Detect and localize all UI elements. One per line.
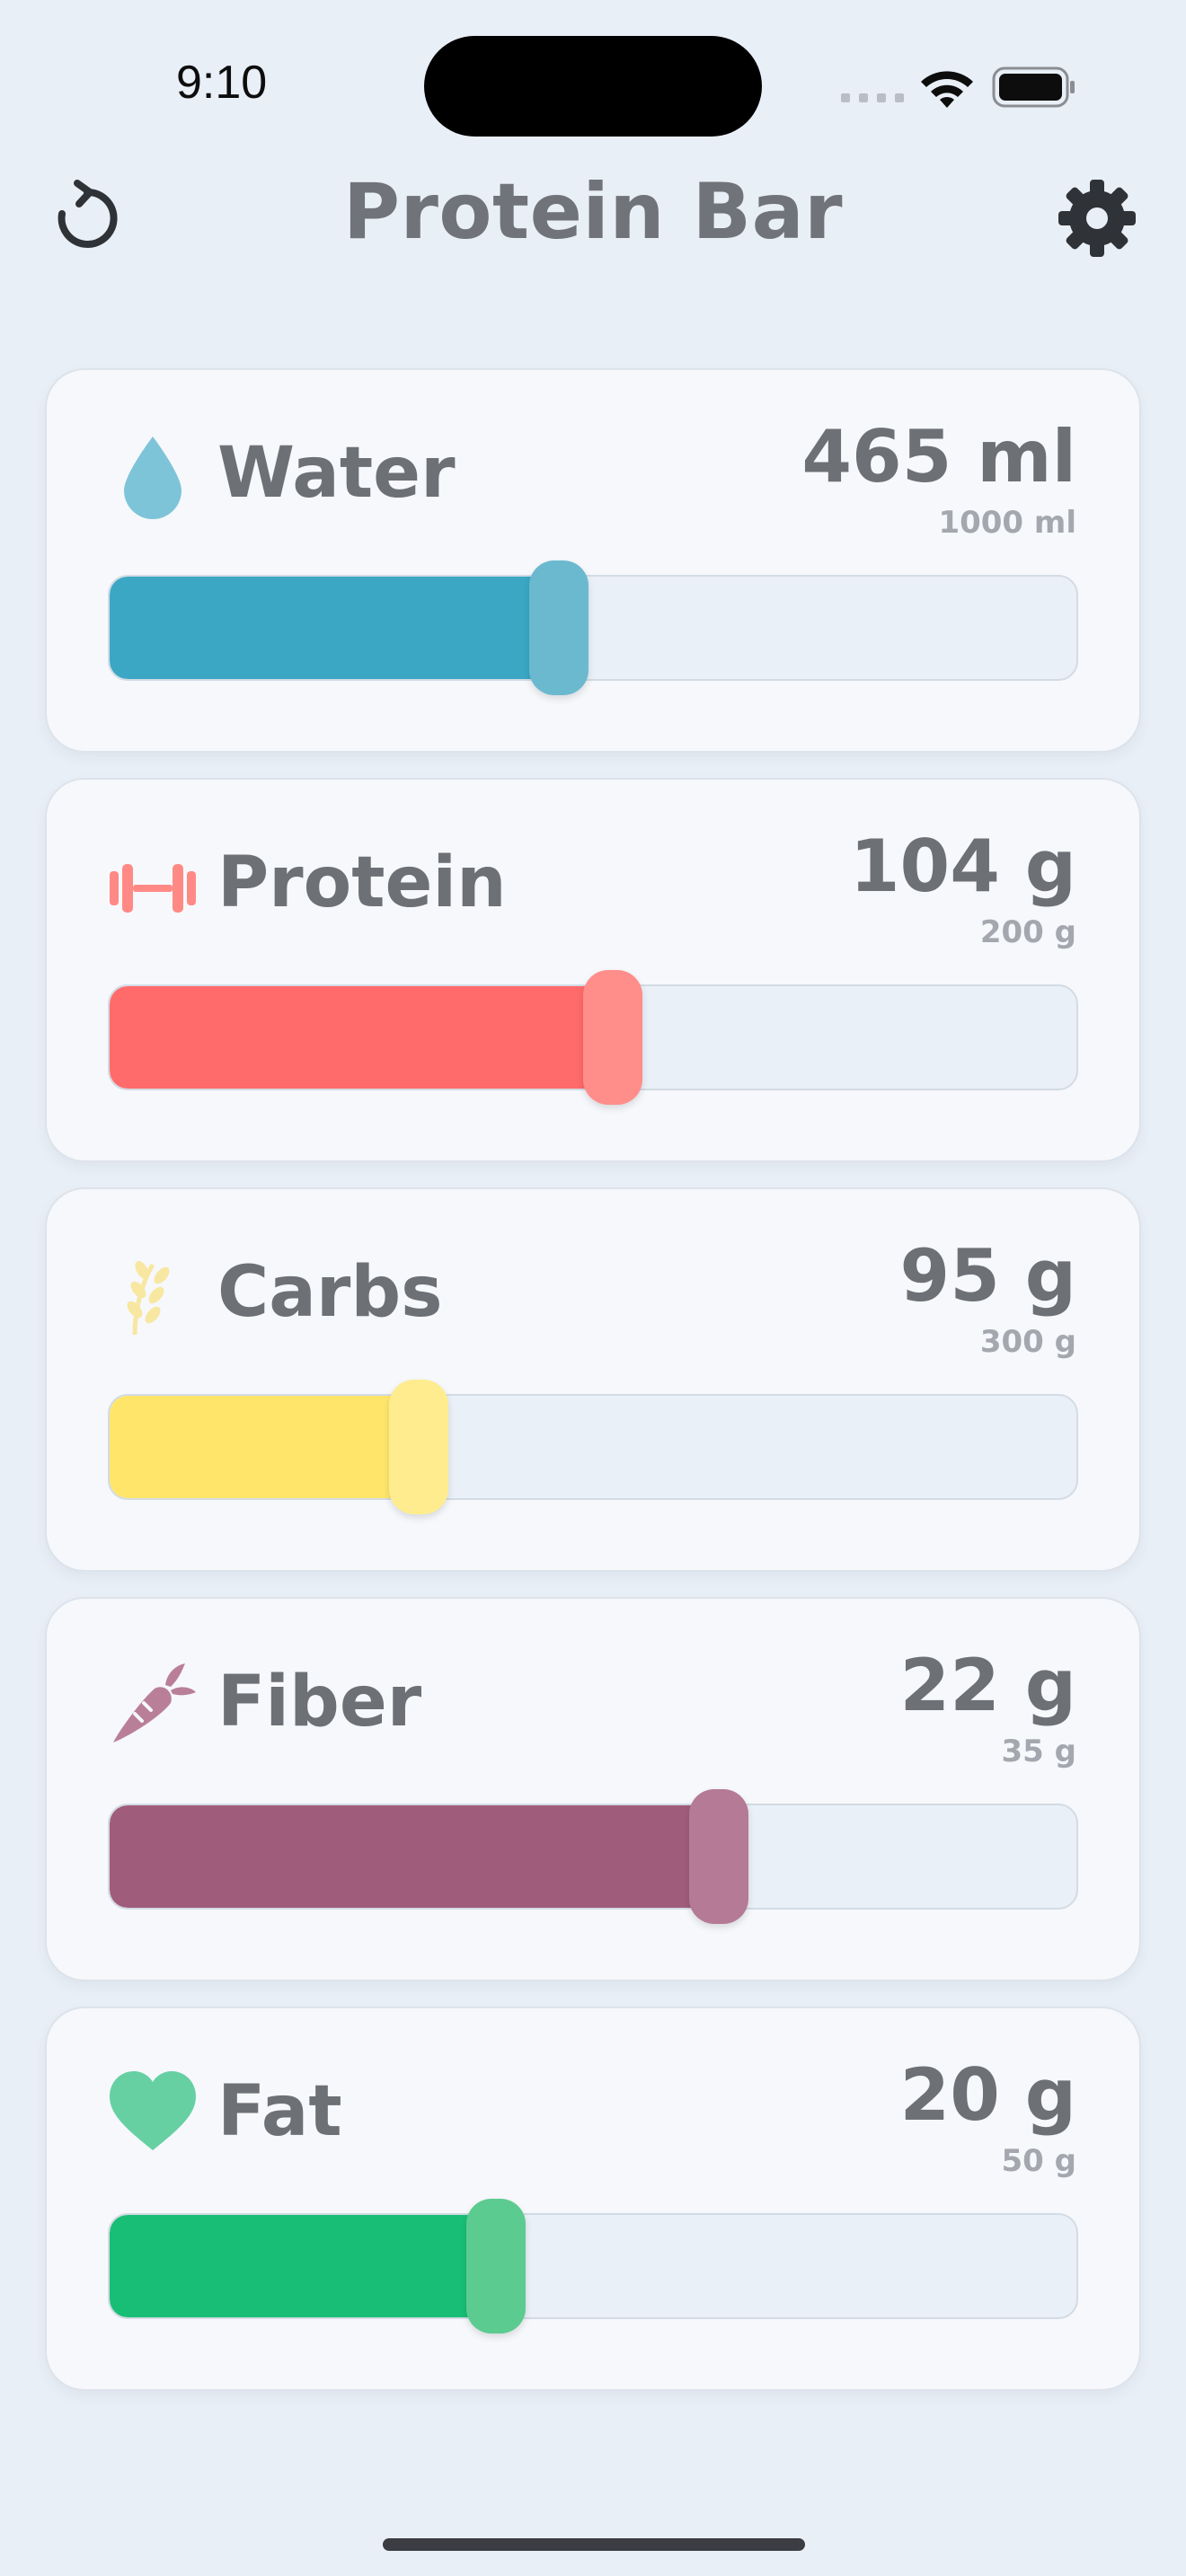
carrot-icon [108, 1656, 198, 1750]
battery-icon [992, 66, 1075, 108]
fiber-slider-thumb[interactable] [689, 1789, 748, 1924]
carbs-slider-track[interactable] [108, 1394, 1078, 1500]
protein-label: Protein [217, 842, 507, 923]
carbs-goal-value: 300 g [979, 1324, 1076, 1360]
fiber-label: Fiber [217, 1662, 422, 1742]
nutrient-card-fiber: Fiber 22 g 35 g [45, 1597, 1141, 1981]
fiber-slider-fill [110, 1805, 721, 1908]
fat-slider-track[interactable] [108, 2213, 1078, 2319]
fat-goal-value: 50 g [1001, 2143, 1077, 2179]
carbs-current-value: 95 g [899, 1234, 1076, 1318]
fat-label: Fat [217, 2071, 342, 2152]
protein-current-value: 104 g [849, 825, 1076, 908]
settings-gear-button[interactable] [1055, 176, 1139, 260]
water-slider-fill [110, 577, 561, 679]
water-label: Water [217, 433, 456, 514]
water-slider-track[interactable] [108, 575, 1078, 681]
fiber-goal-value: 35 g [1001, 1734, 1077, 1769]
water-slider-thumb[interactable] [529, 560, 589, 695]
water-current-value: 465 ml [801, 415, 1076, 498]
fiber-slider-track[interactable] [108, 1804, 1078, 1910]
cellular-signal-icon [841, 93, 904, 102]
nutrient-card-fat: Fat 20 g 50 g [45, 2007, 1141, 2391]
fiber-current-value: 22 g [899, 1644, 1076, 1727]
carbs-slider-fill [110, 1396, 420, 1498]
wheat-icon [108, 1247, 198, 1340]
dynamic-island [424, 36, 762, 137]
carbs-label: Carbs [217, 1252, 443, 1333]
nutrient-card-water: Water 465 ml 1000 ml [45, 368, 1141, 753]
protein-slider-fill [110, 986, 615, 1089]
water-drop-icon [108, 428, 198, 521]
dumbbell-icon [108, 837, 198, 931]
nutrient-card-protein: Protein 104 g 200 g [45, 778, 1141, 1162]
status-time: 9:10 [176, 57, 268, 109]
protein-goal-value: 200 g [979, 914, 1076, 950]
fat-slider-thumb[interactable] [466, 2199, 526, 2333]
home-indicator[interactable] [383, 2538, 805, 2551]
page-title: Protein Bar [342, 167, 844, 257]
fat-slider-fill [110, 2215, 498, 2317]
heart-icon [108, 2066, 198, 2159]
nutrient-card-carbs: Carbs 95 g 300 g [45, 1187, 1141, 1572]
wifi-icon [921, 71, 973, 108]
fat-current-value: 20 g [899, 2053, 1076, 2137]
water-goal-value: 1000 ml [938, 505, 1076, 541]
carbs-slider-thumb[interactable] [389, 1380, 448, 1514]
protein-slider-thumb[interactable] [583, 970, 642, 1105]
